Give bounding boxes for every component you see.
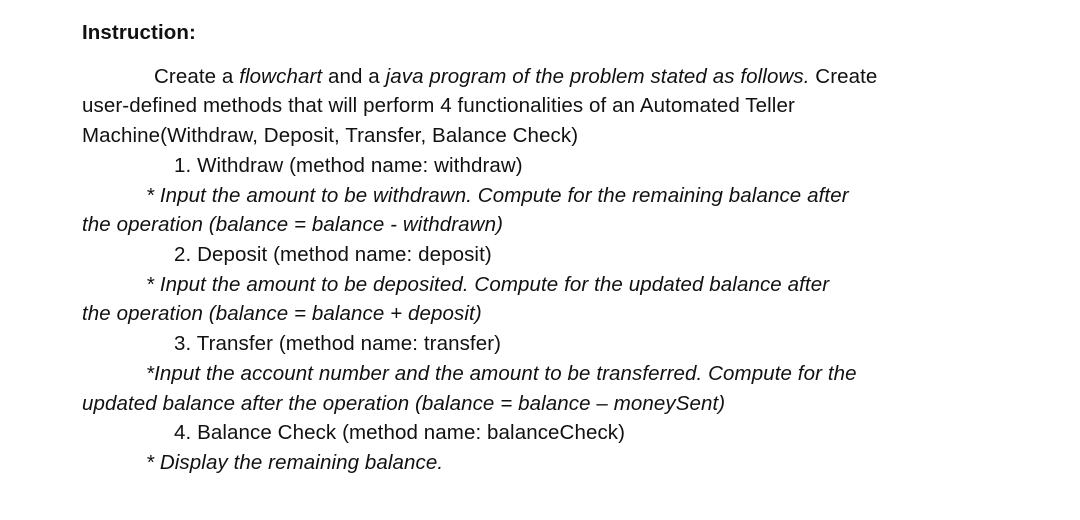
item-4-note: * Display the remaining balance. [82, 448, 1060, 478]
intro-text-1d-java-program: java program of the problem stated as fo… [386, 65, 810, 88]
intro-line-1: Create a flowchart and a java program of… [82, 62, 1060, 92]
intro-text-1c: and a [322, 65, 385, 88]
intro-text-1e: Create [810, 65, 878, 88]
item-3-note-a: *Input the account number and the amount… [82, 359, 1060, 389]
item-1-title: 1. Withdraw (method name: withdraw) [82, 151, 1060, 181]
intro-text-1a: Create a [154, 65, 239, 88]
intro-text-1b-flowchart: flowchart [239, 65, 322, 88]
item-3-title: 3. Transfer (method name: transfer) [82, 329, 1060, 359]
document-body: Instruction: Create a flowchart and a ja… [0, 0, 1080, 498]
instruction-heading: Instruction: [82, 18, 1060, 48]
item-2-title: 2. Deposit (method name: deposit) [82, 240, 1060, 270]
item-1-note-a: * Input the amount to be withdrawn. Comp… [82, 181, 1060, 211]
intro-line-2: user-defined methods that will perform 4… [82, 91, 1060, 121]
item-2-note-a: * Input the amount to be deposited. Comp… [82, 270, 1060, 300]
item-1-note-b: the operation (balance = balance - withd… [82, 210, 1060, 240]
item-4-title: 4. Balance Check (method name: balanceCh… [82, 418, 1060, 448]
item-2-note-b: the operation (balance = balance + depos… [82, 299, 1060, 329]
item-3-note-b: updated balance after the operation (bal… [82, 389, 1060, 419]
intro-line-3: Machine(Withdraw, Deposit, Transfer, Bal… [82, 121, 1060, 151]
